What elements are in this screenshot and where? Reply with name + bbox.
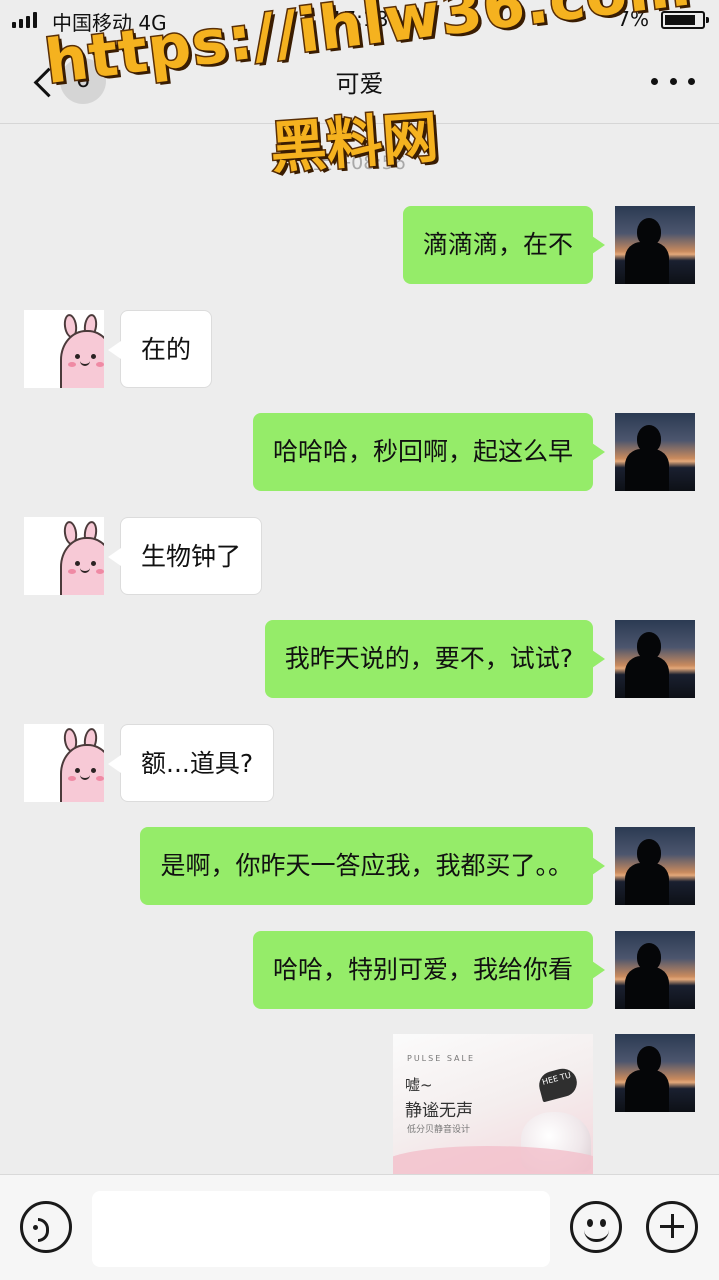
message-bubble-received[interactable]: 在的 xyxy=(107,310,213,388)
contact-avatar[interactable] xyxy=(24,517,104,595)
message-bubble-received[interactable]: 生物钟了 xyxy=(107,517,263,595)
message-row: 生物钟了 xyxy=(0,517,719,595)
message-bubble-sent[interactable]: 滴滴滴，在不 xyxy=(402,206,606,284)
my-avatar[interactable] xyxy=(615,1034,695,1112)
message-bubble-sent[interactable]: 哈哈哈，秒回啊，起这么早 xyxy=(252,413,606,491)
my-avatar[interactable] xyxy=(615,931,695,1009)
status-time: 17:18 xyxy=(330,7,389,31)
my-avatar[interactable] xyxy=(615,206,695,284)
chat-header: 6 可爱 xyxy=(0,40,719,124)
message-row: 在的 xyxy=(0,310,719,388)
voice-icon[interactable] xyxy=(20,1201,72,1253)
time-divider: 上午08:56 xyxy=(313,152,406,174)
message-bubble-received[interactable]: 额...道具? xyxy=(107,724,275,802)
more-dots-icon[interactable] xyxy=(651,74,695,88)
my-avatar[interactable] xyxy=(615,413,695,491)
message-input[interactable] xyxy=(92,1191,550,1267)
message-row: 是啊，你昨天一答应我，我都买了。。 xyxy=(0,827,719,905)
message-row: 哈哈哈，秒回啊，起这么早 xyxy=(0,413,719,491)
chat-title: 可爱 xyxy=(335,70,384,98)
message-row: 额...道具? xyxy=(0,724,719,802)
contact-avatar[interactable] xyxy=(24,724,104,802)
my-avatar[interactable] xyxy=(615,827,695,905)
battery-icon xyxy=(661,11,709,29)
contact-avatar[interactable] xyxy=(24,310,104,388)
message-row xyxy=(0,1034,719,1112)
image-text-line: 低分贝静音设计 xyxy=(407,1125,471,1135)
message-bubble-sent[interactable]: 我昨天说的，要不，试试? xyxy=(264,620,606,698)
battery-percent: 7% xyxy=(617,7,649,31)
message-bubble-sent[interactable]: 哈哈，特别可爱，我给你看 xyxy=(252,931,606,1009)
message-row: 哈哈，特别可爱，我给你看 xyxy=(0,931,719,1009)
decorative-sheet xyxy=(393,1146,593,1174)
status-bar: 中国移动 4G 17:18 7% xyxy=(0,0,719,40)
message-row: 我昨天说的，要不，试试? xyxy=(0,620,719,698)
plus-icon[interactable] xyxy=(646,1201,698,1253)
message-row: 滴滴滴，在不 xyxy=(0,206,719,284)
emoji-icon[interactable] xyxy=(570,1201,622,1253)
input-bar xyxy=(0,1174,719,1280)
my-avatar[interactable] xyxy=(615,620,695,698)
message-bubble-sent[interactable]: 是啊，你昨天一答应我，我都买了。。 xyxy=(140,827,605,905)
